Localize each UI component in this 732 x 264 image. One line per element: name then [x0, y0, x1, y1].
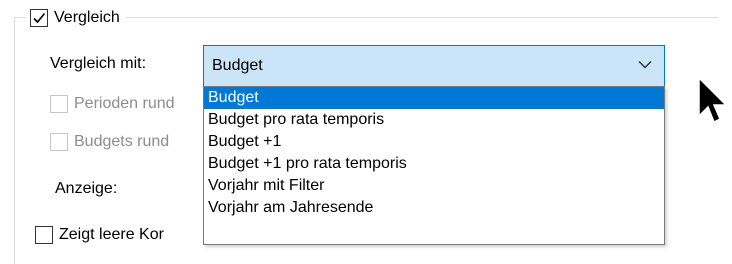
budgets-round-label: Budgets rund	[74, 133, 170, 150]
vergleich-checkbox[interactable]	[30, 9, 48, 27]
periods-round-row: Perioden rund	[50, 95, 175, 113]
budgets-round-checkbox[interactable]	[50, 133, 68, 151]
checkmark-icon	[33, 12, 46, 24]
display-label: Anzeige:	[55, 180, 118, 197]
dropdown-option-budget-plus-one[interactable]: Budget +1	[204, 131, 664, 153]
compare-select-value: Budget	[212, 57, 263, 74]
groupbox-border-left	[14, 17, 15, 264]
vergleich-label: Vergleich	[54, 9, 120, 26]
compare-label: Vergleich mit:	[50, 55, 147, 72]
show-empty-checkbox[interactable]	[35, 226, 53, 244]
dropdown-option-budget-pro-rata[interactable]: Budget pro rata temporis	[204, 109, 664, 131]
dropdown-option-vorjahr-mit-filter[interactable]: Vorjahr mit Filter	[204, 175, 664, 197]
show-empty-label: Zeigt leere Kor	[59, 226, 164, 243]
show-empty-row: Zeigt leere Kor	[35, 226, 164, 244]
mouse-pointer-icon	[698, 76, 727, 124]
compare-dropdown-list[interactable]: Budget Budget pro rata temporis Budget +…	[203, 86, 665, 245]
dropdown-option-budget[interactable]: Budget	[204, 87, 664, 109]
vergleich-group-header[interactable]: Vergleich	[26, 6, 126, 30]
compare-select[interactable]: Budget	[203, 45, 665, 87]
periods-round-label: Perioden rund	[74, 95, 175, 112]
chevron-down-icon[interactable]	[638, 60, 652, 69]
budgets-round-row: Budgets rund	[50, 133, 169, 151]
periods-round-checkbox[interactable]	[50, 95, 68, 113]
dropdown-option-vorjahr-am-jahresende[interactable]: Vorjahr am Jahresende	[204, 197, 664, 219]
dropdown-option-budget-plus-one-pro-rata[interactable]: Budget +1 pro rata temporis	[204, 153, 664, 175]
